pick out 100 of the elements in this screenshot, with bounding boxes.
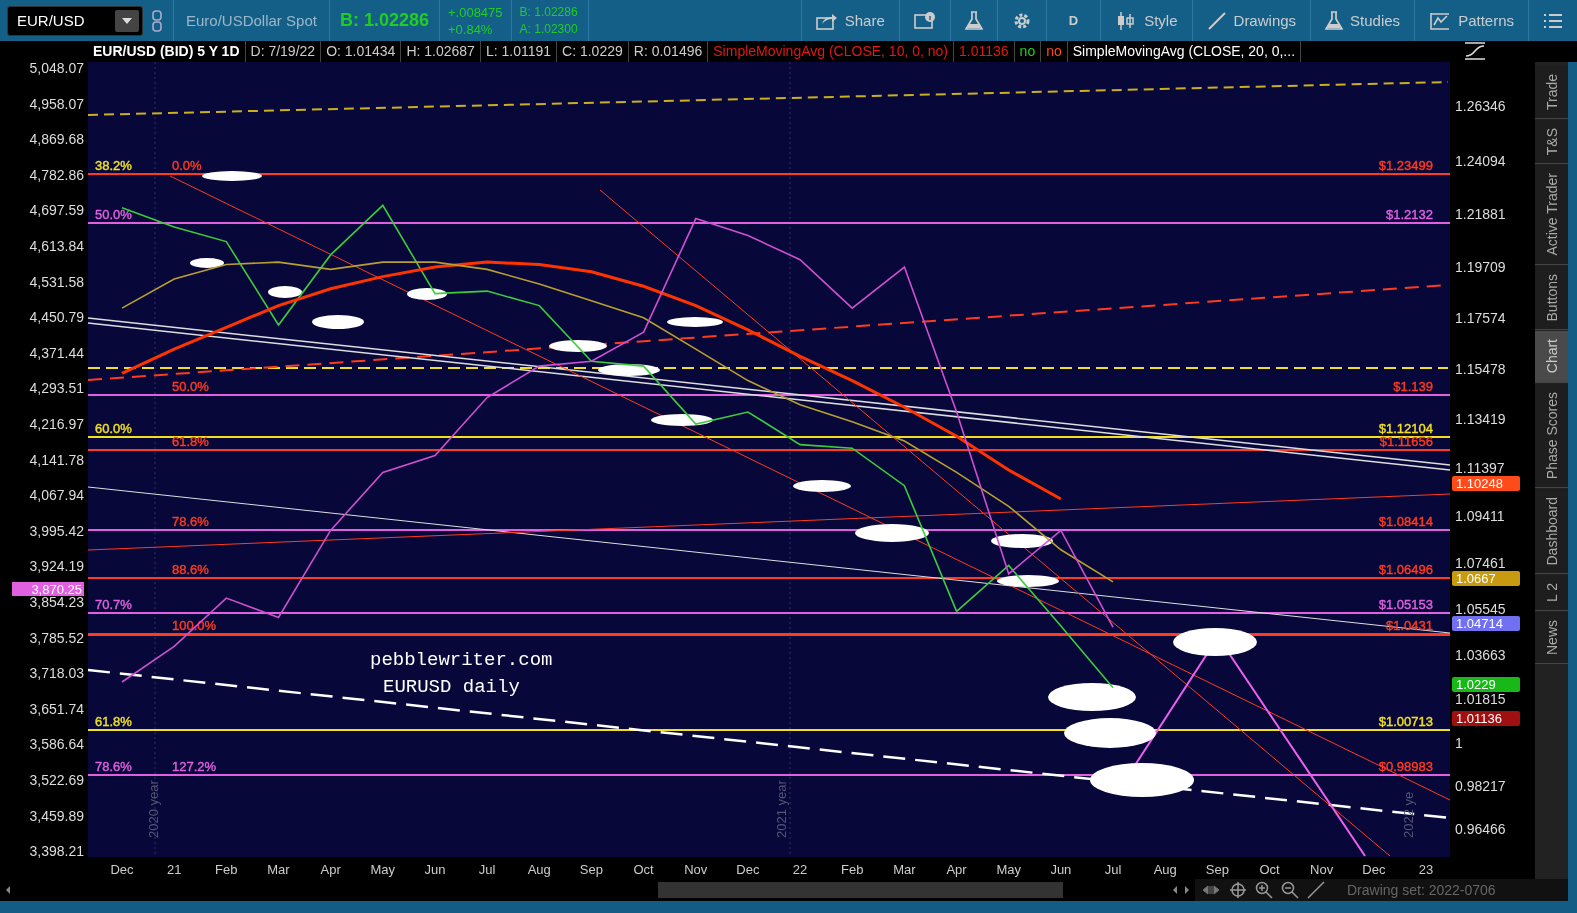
zoom-in-icon[interactable]: [1255, 881, 1273, 899]
price-badge: 1.10248: [1452, 476, 1520, 491]
level-price-label: $0.98983: [1378, 759, 1433, 774]
side-tab[interactable]: Active Trader: [1535, 165, 1568, 265]
left-axis-tick: 3,522.69: [29, 772, 84, 788]
side-tab[interactable]: Phase Scores: [1535, 383, 1568, 488]
x-axis-label: 21: [166, 862, 182, 877]
fib-percent-label: 0.0%: [172, 158, 202, 173]
side-tab[interactable]: T&S: [1535, 120, 1568, 165]
left-axis-tick: 4,216.97: [29, 416, 84, 432]
scroll-left-icon[interactable]: [4, 885, 12, 895]
x-axis-label: Apr: [946, 862, 967, 877]
left-axis-tick: 4,697.59: [29, 202, 84, 219]
ellipse-marker: [651, 414, 713, 426]
ellipse-marker: [407, 288, 447, 300]
link-icon[interactable]: [151, 9, 163, 32]
left-axis-tick: 4,067.94: [29, 487, 84, 504]
crosshair-icon[interactable]: [1229, 881, 1247, 899]
fib-percent-label: 61.8%: [172, 434, 209, 449]
fib-percent-label: 60.0%: [95, 421, 132, 436]
right-axis-tick: 1.24094: [1455, 152, 1506, 169]
left-axis-tick: 3,651.74: [29, 700, 84, 717]
menu-icon: [1543, 12, 1563, 29]
flask-icon: [964, 10, 983, 31]
right-axis-tick: 1.13419: [1455, 410, 1506, 427]
left-axis-tick: 4,613.84: [29, 238, 84, 254]
fib-percent-label: 38.2%: [95, 158, 132, 173]
x-axis-label: 22: [792, 862, 808, 877]
right-axis-tick: 1.17574: [1455, 310, 1506, 327]
side-tab[interactable]: Trade: [1535, 66, 1568, 120]
net-change: +.008475: [447, 3, 503, 21]
fib-percent-label: 78.6%: [95, 759, 132, 774]
side-tab[interactable]: Buttons: [1535, 265, 1568, 331]
fib-percent-label: 88.6%: [172, 562, 209, 577]
share-icon: [815, 11, 838, 30]
x-axis-label: May: [996, 862, 1021, 877]
side-tab[interactable]: Dashboard: [1535, 488, 1568, 575]
info-card-icon: [913, 11, 936, 30]
fib-percent-label: 78.6%: [172, 514, 209, 529]
ellipse-marker: [190, 258, 224, 268]
level-price-label: $1.0431: [1386, 618, 1433, 633]
x-axis-label: 23: [1418, 862, 1434, 877]
curve-icon[interactable]: [1463, 41, 1487, 61]
scroll-right-icon[interactable]: [1183, 885, 1191, 895]
x-axis-label: Jul: [478, 862, 496, 877]
side-tab[interactable]: L 2: [1535, 575, 1568, 612]
left-axis-tick: 4,371.44: [29, 344, 84, 361]
x-axis-label: Nov: [684, 862, 708, 877]
left-axis-tick: 3,586.64: [29, 736, 84, 753]
dropdown-button[interactable]: [115, 9, 139, 32]
right-axis-tick: 1: [1455, 735, 1463, 752]
bid-quote: B: 1.02286: [519, 3, 579, 21]
x-axis-label: Dec: [110, 862, 134, 877]
ask-quote: A: 1.02300: [519, 20, 579, 38]
zoom-out-icon[interactable]: [1281, 881, 1299, 899]
ellipse-marker: [793, 480, 851, 492]
x-axis-label: Aug: [1153, 862, 1177, 877]
right-axis-tick: 0.98217: [1455, 778, 1506, 795]
x-axis-label: May: [370, 862, 396, 877]
left-axis-tick: 3,854.23: [29, 594, 84, 610]
scroll-left-icon[interactable]: [1171, 885, 1179, 895]
right-axis-tick: 0.96466: [1455, 820, 1506, 837]
side-tab[interactable]: News: [1535, 612, 1568, 665]
line-tool-icon[interactable]: [1307, 881, 1325, 899]
level-price-label: $1.23499: [1378, 158, 1433, 173]
pattern-chart-icon: [1429, 10, 1452, 31]
ellipse-marker: [549, 340, 607, 352]
symbol-field[interactable]: EUR/USD: [7, 5, 143, 36]
right-axis-tick: 1.05545: [1455, 601, 1506, 618]
x-axis-label: Oct: [1259, 862, 1280, 877]
x-axis-label: Dec: [1362, 862, 1386, 877]
left-axis-tick: 4,531.58: [29, 273, 84, 290]
left-axis-tick: 4,869.68: [29, 131, 84, 148]
chart-note: pebblewriter.com: [370, 649, 553, 671]
fib-percent-label: 70.7%: [95, 597, 132, 612]
ellipse-marker: [991, 534, 1053, 548]
level-price-label: $1.06496: [1378, 562, 1433, 577]
price-badge: 3,870.25: [12, 582, 84, 597]
x-axis-label: Aug: [527, 862, 551, 877]
line-tool-icon: [1206, 10, 1227, 31]
side-tab[interactable]: Chart: [1535, 331, 1568, 383]
level-price-label: $1.12104: [1378, 421, 1433, 436]
scroll-thumb[interactable]: [658, 882, 1063, 898]
right-axis-tick: 1.11397: [1455, 459, 1505, 476]
x-axis-label: Sep: [579, 862, 603, 877]
left-axis-tick: 3,785.52: [29, 629, 84, 646]
right-axis-tick: 1.15478: [1455, 361, 1506, 377]
left-axis-tick: 4,141.78: [29, 451, 84, 468]
right-axis-tick: 1.09411: [1455, 507, 1505, 524]
expand-icon[interactable]: [1201, 882, 1221, 898]
percent-change: +0.84%: [447, 20, 494, 38]
right-axis-tick: 1.19709: [1455, 258, 1506, 275]
x-axis-label: Jul: [1104, 862, 1122, 877]
x-axis-label: Mar: [893, 862, 916, 877]
price-badge: 1.01136: [1452, 711, 1520, 726]
left-axis-tick: 4,450.79: [29, 309, 84, 326]
right-axis-tick: 1.01815: [1455, 691, 1506, 708]
level-price-label: $1.139: [1393, 379, 1433, 394]
level-price-label: $1.11656: [1379, 434, 1433, 449]
fib-percent-label: 50.0%: [172, 379, 209, 394]
